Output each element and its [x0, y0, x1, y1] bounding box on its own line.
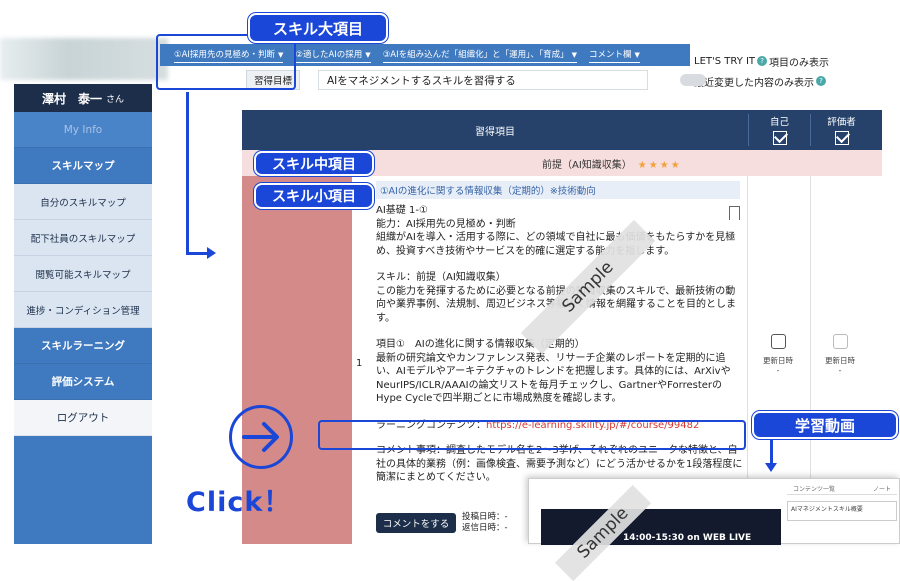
connector-line	[186, 92, 189, 254]
dropdown-label: コメント欄	[589, 49, 632, 60]
lets-try-filter[interactable]: LET'S TRY IT ? 項目のみ表示	[694, 52, 829, 70]
table-header: 習得項目 自己 評価者	[242, 110, 882, 150]
video-list-item[interactable]: AIマネジメントスキル概要	[787, 501, 897, 521]
help-icon[interactable]: ?	[816, 76, 826, 86]
callout-small-item: スキル小項目	[254, 183, 374, 209]
video-time: 14:00-15:30 on WEB LIVE	[623, 533, 752, 543]
dropdown-comments[interactable]: コメント欄 ▼	[589, 48, 640, 63]
column-evaluator: 評価者	[810, 114, 872, 146]
self-update-label: 更新日時	[763, 356, 793, 365]
callout-learning-video: 学習動画	[752, 411, 898, 439]
sidebar: 澤村 泰一 さん My Info スキルマップ 自分のスキルマップ 配下社員のス…	[14, 84, 152, 544]
sidebar-item-viewable-skill-map[interactable]: 閲覧可能スキルマップ	[14, 256, 152, 292]
dropdown-ai-selection[interactable]: ②適したAIの採用 ▼	[295, 48, 371, 63]
sidebar-item-my-skill-map[interactable]: 自分のスキルマップ	[14, 184, 152, 220]
self-evaluation-cell: 更新日時 -	[747, 334, 809, 375]
help-icon[interactable]: ?	[757, 56, 768, 66]
mid-item-text: 前提（AI知識収集） ★★★★	[542, 156, 682, 171]
tab-note[interactable]: ノート	[873, 484, 891, 493]
checkbox-icon	[834, 131, 849, 145]
desc-heading: AI基礎 1-①	[376, 205, 428, 216]
checkbox-icon	[772, 131, 787, 145]
evaluator-cell: 更新日時 -	[809, 334, 871, 375]
arrow-down-icon	[765, 440, 776, 472]
sidebar-item-progress-condition[interactable]: 進捗・コンディション管理	[14, 292, 152, 328]
goal-value: AIをマネジメントするスキルを習得する	[318, 70, 648, 90]
mid-item-label: 前提（AI知識収集）	[542, 160, 632, 171]
skill-description: AI基礎 1-① 能力：AI採用先の見極め・判断 組織がAIを導入・活用する際に…	[376, 204, 744, 498]
eval-update-label: 更新日時	[825, 356, 855, 365]
column-self-label: 自己	[769, 117, 789, 128]
self-update-value: -	[776, 366, 780, 375]
self-evaluation-checkbox[interactable]	[770, 334, 786, 349]
lets-try-suffix: 項目のみ表示	[769, 57, 830, 69]
chevron-down-icon: ▼	[634, 50, 640, 59]
dropdown-label: ③AIを組み込んだ「組織化」と「運用」、「育成」	[382, 49, 569, 60]
posted-at: 投稿日時：-	[462, 512, 508, 522]
replied-at: 返信日時：-	[462, 523, 508, 533]
arrow-right-icon	[242, 422, 279, 452]
recent-changes-toggle[interactable]	[680, 74, 706, 86]
sidebar-item-skill-map[interactable]: スキルマップ	[14, 148, 152, 184]
lets-try-label: LET'S TRY IT	[694, 55, 756, 67]
sidebar-item-evaluation[interactable]: 評価システム	[14, 364, 152, 400]
user-name-text: 澤村 泰一	[41, 91, 102, 106]
user-name: 澤村 泰一 さん	[14, 84, 152, 112]
video-tabs: コンテンツ一覧 ノート	[787, 483, 897, 495]
sidebar-item-logout[interactable]: ログアウト	[14, 400, 152, 436]
blurred-logo-area	[0, 38, 168, 80]
callout-big-item: スキル大項目	[248, 13, 388, 43]
click-annotation: Click！	[186, 487, 292, 518]
small-item-title: ①AIの進化に関する情報収集（定期的）※技術動向	[376, 181, 740, 199]
desc-item: 項目① AIの進化に関する情報収集（定期的） 最新の研究論文やカンファレンス発表…	[376, 339, 731, 404]
eval-update-value: -	[838, 366, 842, 375]
sidebar-item-subordinate-skill-map[interactable]: 配下社員のスキルマップ	[14, 220, 152, 256]
tab-contents[interactable]: コンテンツ一覧	[793, 484, 835, 493]
callout-mid-item: スキル中項目	[254, 151, 374, 176]
video-sidebar: コンテンツ一覧 ノート AIマネジメントスキル概要	[787, 483, 897, 543]
column-evaluator-label: 評価者	[827, 117, 856, 128]
chevron-down-icon: ▼	[571, 50, 578, 59]
recent-changes-filter: 最近変更した内容のみ表示 ?	[694, 72, 826, 90]
recent-changes-label: 最近変更した内容のみ表示	[694, 77, 814, 89]
dropdown-label: ②適したAIの採用	[295, 49, 363, 60]
dropdown-ai-organization[interactable]: ③AIを組み込んだ「組織化」と「運用」、「育成」 ▼	[382, 48, 578, 63]
evaluator-checkbox	[832, 334, 848, 349]
chevron-down-icon: ▼	[365, 50, 371, 59]
table-header-title: 習得項目	[475, 126, 515, 138]
learning-content-highlight	[318, 420, 746, 450]
circle-arrow-icon	[229, 405, 293, 469]
column-self: 自己	[748, 114, 810, 146]
row-number: 1	[356, 358, 363, 369]
comment-dates: 投稿日時：- 返信日時：-	[462, 512, 508, 534]
user-name-suffix: さん	[106, 94, 125, 105]
arrow-right-icon	[186, 247, 216, 258]
sidebar-item-skill-learning[interactable]: スキルラーニング	[14, 328, 152, 364]
star-rating-icon: ★★★★	[637, 160, 682, 171]
sidebar-item-my-info[interactable]: My Info	[14, 112, 152, 148]
comment-button[interactable]: コメントをする	[376, 513, 456, 533]
desc-ability: 能力：AI採用先の見極め・判断 組織がAIを導入・活用する際に、どの領域で自社に…	[376, 218, 736, 257]
display-options: LET'S TRY IT ? 項目のみ表示 最近変更した内容のみ表示 ?	[694, 52, 829, 89]
